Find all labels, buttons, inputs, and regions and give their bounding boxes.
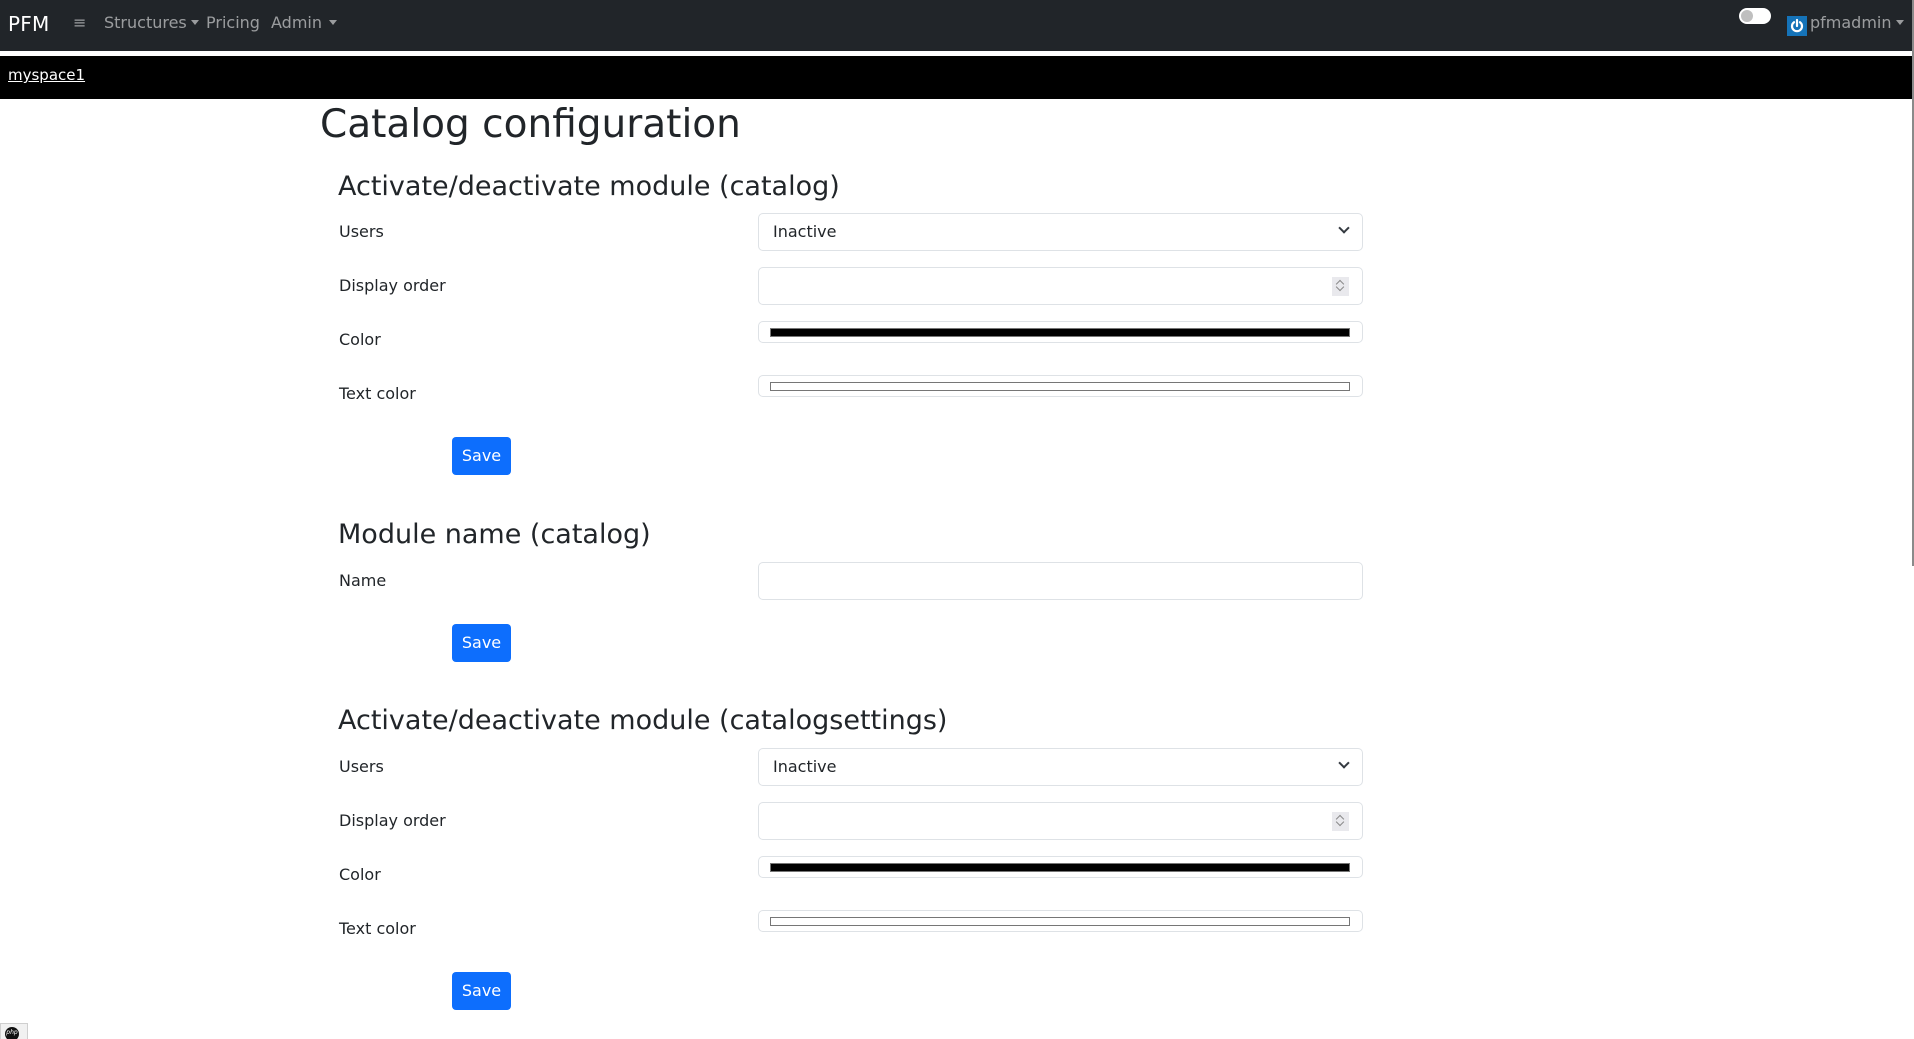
color-swatch [770, 328, 1350, 337]
nav-pricing-link[interactable]: Pricing [206, 12, 260, 34]
text-color-picker[interactable] [758, 910, 1363, 932]
number-spinner[interactable] [1332, 277, 1349, 296]
page-title: Catalog configuration [320, 102, 741, 147]
nav-structures-dropdown[interactable]: Structures [104, 12, 199, 34]
php-debug-badge[interactable]: php [0, 1023, 28, 1039]
nav-structures-label: Structures [104, 13, 187, 32]
users-select-value: Inactive [773, 757, 837, 776]
color-swatch [770, 863, 1350, 872]
save-button[interactable]: Save [452, 972, 511, 1010]
color-label: Color [339, 330, 381, 349]
users-select[interactable]: Inactive [758, 213, 1363, 251]
toggle-knob [1741, 10, 1753, 22]
users-select[interactable]: Inactive [758, 748, 1363, 786]
nav-admin-label: Admin [271, 13, 322, 32]
users-select-value: Inactive [773, 222, 837, 241]
color-picker[interactable] [758, 321, 1363, 343]
user-name-label: pfmadmin [1810, 12, 1904, 34]
chevron-down-icon [1338, 222, 1350, 234]
text-color-label: Text color [339, 919, 416, 938]
text-color-swatch [770, 917, 1350, 926]
caret-down-icon [329, 20, 337, 25]
brand-logo[interactable]: PFM [8, 10, 49, 38]
chevron-down-icon [1338, 757, 1350, 769]
save-button[interactable]: Save [452, 624, 511, 662]
display-order-label: Display order [339, 811, 446, 830]
section-title: Module name (catalog) [338, 519, 651, 550]
user-name-text: pfmadmin [1810, 13, 1892, 32]
nav-pricing-label: Pricing [206, 13, 260, 32]
color-picker[interactable] [758, 856, 1363, 878]
name-input[interactable] [758, 562, 1363, 600]
users-label: Users [339, 757, 384, 776]
text-color-label: Text color [339, 384, 416, 403]
power-icon [1787, 16, 1807, 36]
caret-down-icon [1895, 20, 1904, 25]
color-label: Color [339, 865, 381, 884]
text-color-swatch [770, 382, 1350, 391]
display-order-input[interactable] [758, 802, 1363, 840]
number-spinner[interactable] [1332, 812, 1349, 831]
php-icon: php [5, 1027, 19, 1039]
top-navbar: PFM ≡ Structures Pricing Admin pfmadmin [0, 0, 1912, 51]
theme-toggle-switch[interactable] [1739, 8, 1771, 24]
name-label: Name [339, 571, 387, 590]
text-color-picker[interactable] [758, 375, 1363, 397]
space-bar: myspace1 [0, 56, 1912, 99]
nav-admin-dropdown[interactable]: Admin [271, 12, 337, 34]
save-button[interactable]: Save [452, 437, 511, 475]
section-title: Activate/deactivate module (catalogsetti… [338, 705, 948, 736]
hamburger-icon[interactable]: ≡ [73, 12, 86, 34]
caret-down-icon [190, 20, 199, 25]
users-label: Users [339, 222, 384, 241]
space-link[interactable]: myspace1 [8, 65, 85, 85]
display-order-input[interactable] [758, 267, 1363, 305]
display-order-label: Display order [339, 276, 446, 295]
section-title: Activate/deactivate module (catalog) [338, 171, 840, 202]
